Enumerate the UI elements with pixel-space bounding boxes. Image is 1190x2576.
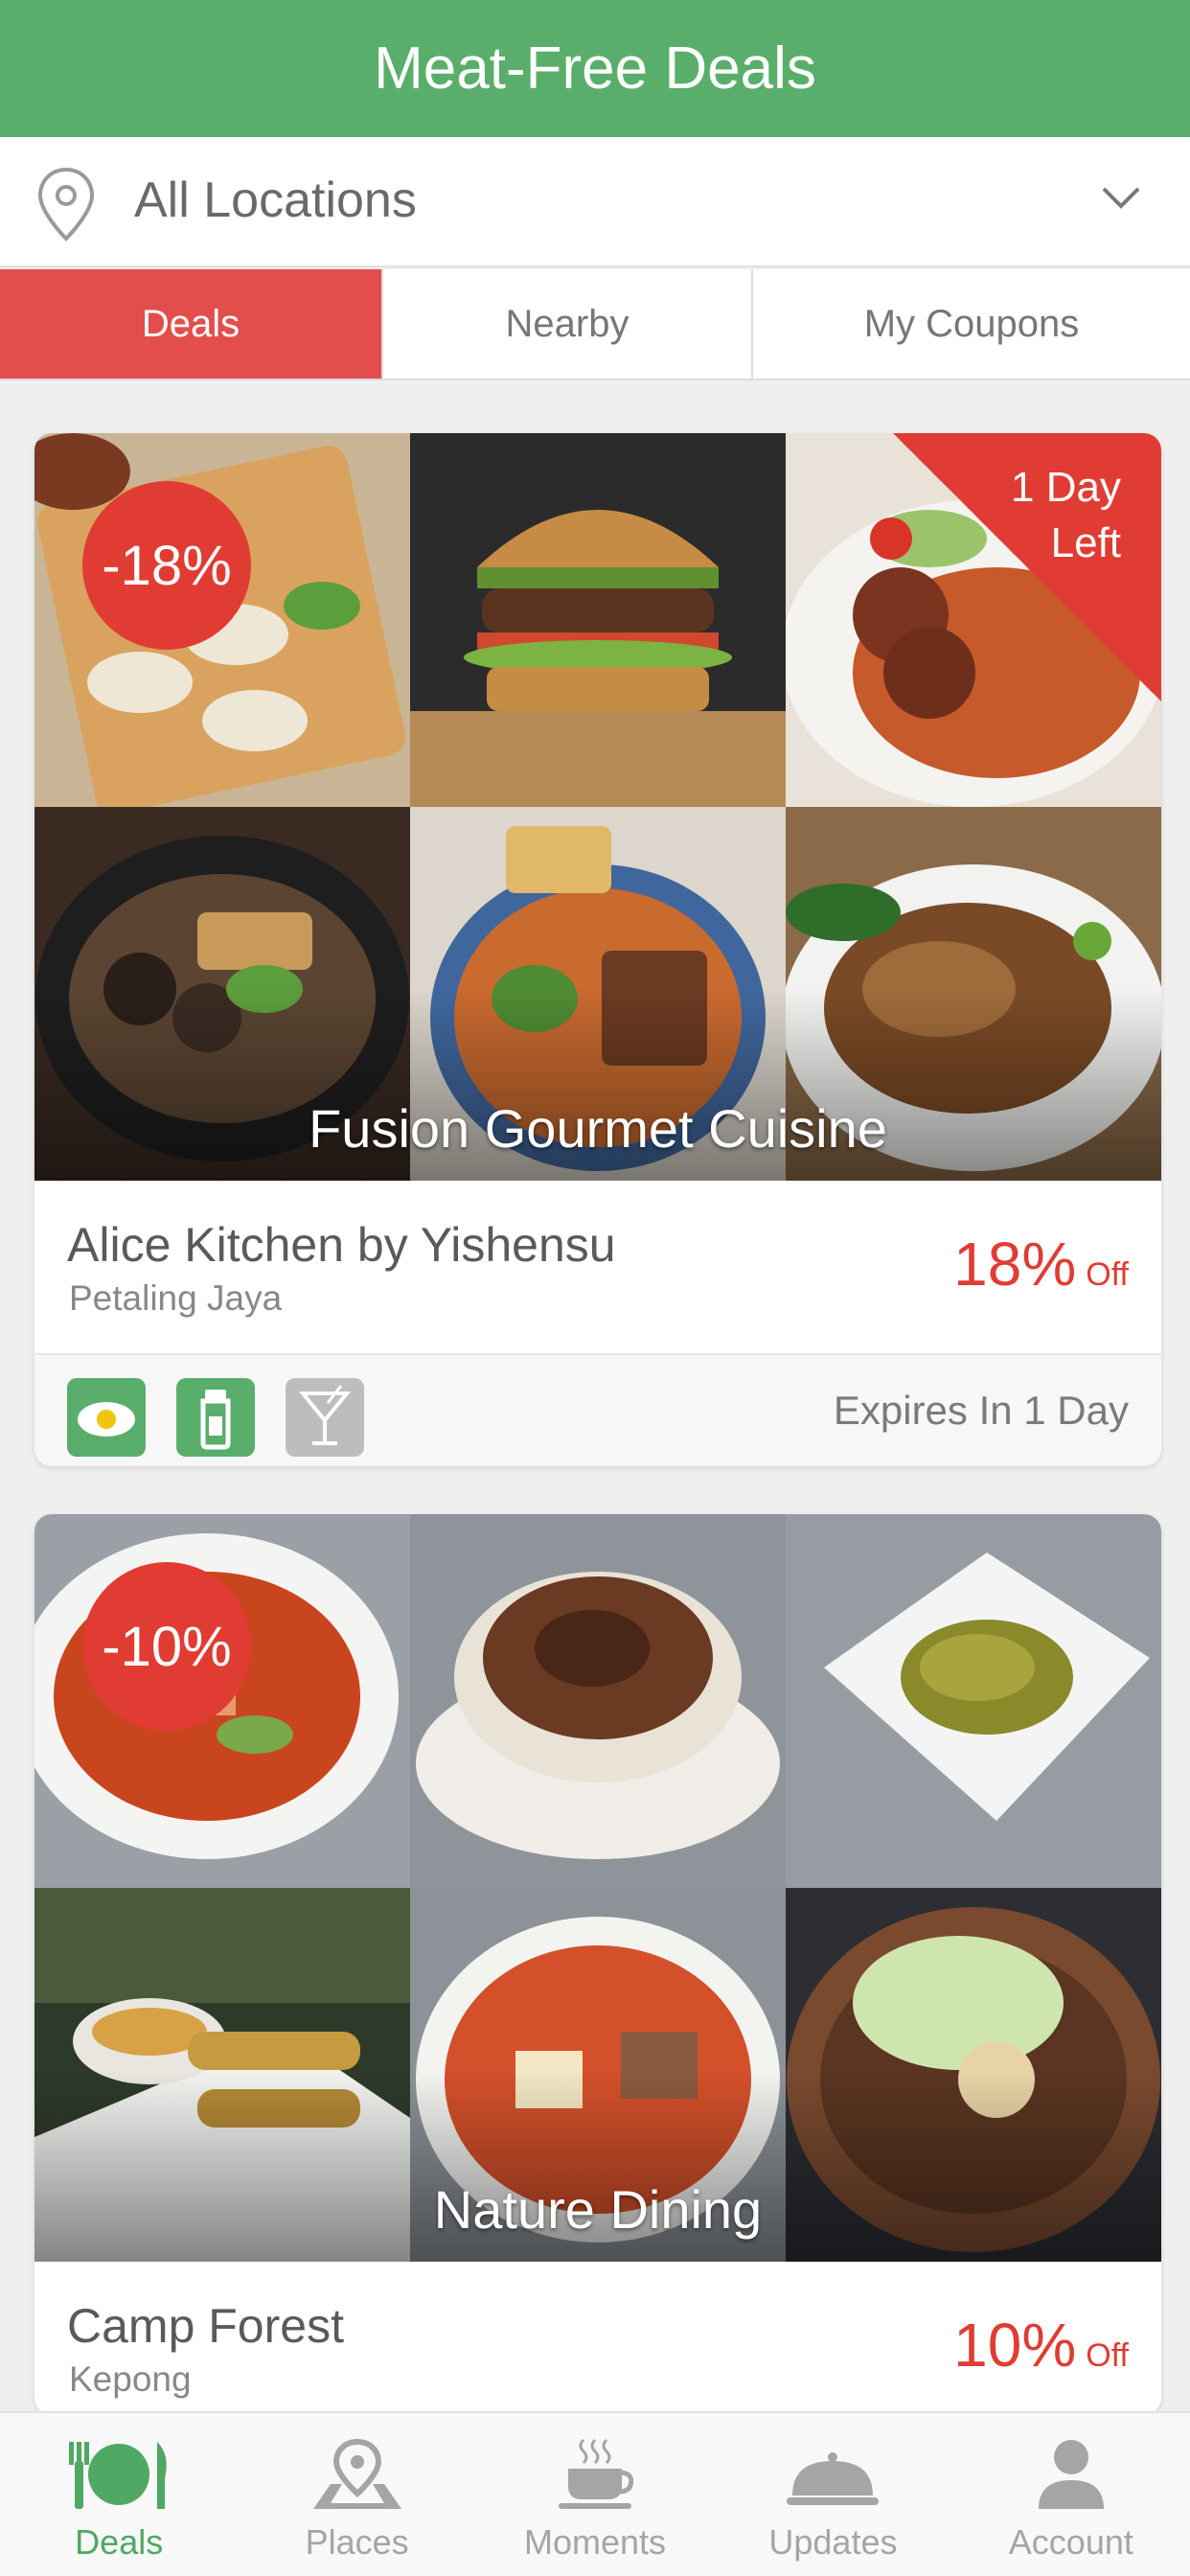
discount-badge: -10% xyxy=(82,1562,251,1731)
tab-nearby[interactable]: Nearby xyxy=(381,269,751,379)
restaurant-area: Kepong xyxy=(69,2359,192,2399)
deal-info: Alice Kitchen by Yishensu Petaling Jaya … xyxy=(34,1181,1161,1355)
discount-suffix: Off xyxy=(1086,2337,1129,2374)
food-photo-claypot-rice xyxy=(410,1514,786,1888)
nav-item-places[interactable]: Places xyxy=(238,2413,475,2576)
restaurant-area: Petaling Jaya xyxy=(69,1278,283,1318)
location-selector[interactable]: All Locations xyxy=(0,137,1190,267)
discount-suffix: Off xyxy=(1086,1256,1129,1293)
nav-label: Moments xyxy=(523,2522,667,2562)
restaurant-name: Camp Forest xyxy=(67,2299,344,2353)
plate-cutlery-icon xyxy=(69,2442,168,2509)
cloche-icon xyxy=(787,2452,880,2505)
expiry-text: Expires In 1 Day xyxy=(833,1388,1129,1433)
tab-deals[interactable]: Deals xyxy=(0,269,381,379)
food-photo-pesto-noodles xyxy=(786,1514,1161,1888)
chevron-down-icon[interactable] xyxy=(1100,183,1142,212)
tab-deals-label: Deals xyxy=(141,302,240,345)
location-label: All Locations xyxy=(134,172,417,228)
food-photo-grid: 1 Day Left Fusion Gourmet Cuisine -18% xyxy=(34,433,1161,1181)
food-photo-burger xyxy=(410,433,786,807)
nav-label: Updates xyxy=(768,2522,898,2562)
tab-nearby-label: Nearby xyxy=(505,302,629,345)
discount-value: 10% xyxy=(953,2311,1077,2380)
expiry-ribbon-text: 1 Day Left xyxy=(1011,464,1121,566)
deal-card[interactable]: 1 Day Left Fusion Gourmet Cuisine -18% A… xyxy=(34,433,1161,1466)
map-pin-icon xyxy=(312,2438,401,2509)
food-photo-grid: Nature Dining -10% xyxy=(34,1514,1161,2262)
food-photo-spaghetti: 1 Day Left xyxy=(786,433,1161,807)
nav-label: Places xyxy=(305,2522,409,2562)
app-header: Meat-Free Deals xyxy=(0,0,1190,137)
discount-amount: 18% Off xyxy=(953,1229,1129,1300)
deal-footer: Expires In 1 Day xyxy=(34,1355,1161,1466)
coffee-cup-icon xyxy=(559,2438,634,2509)
deal-card[interactable]: Nature Dining -10% Camp Forest Kepong 10… xyxy=(34,1514,1161,2415)
cuisine-title: Nature Dining xyxy=(433,2179,763,2240)
nav-label: Deals xyxy=(75,2522,164,2562)
person-icon xyxy=(1038,2440,1104,2509)
deal-tabs: Deals Nearby My Coupons xyxy=(0,269,1190,380)
egg-icon xyxy=(67,1378,146,1457)
tab-my-coupons[interactable]: My Coupons xyxy=(751,269,1190,379)
tab-my-coupons-label: My Coupons xyxy=(863,302,1080,345)
bottom-nav: Deals Places Moments Updates Account xyxy=(0,2411,1190,2576)
page-title: Meat-Free Deals xyxy=(374,35,816,102)
restaurant-name: Alice Kitchen by Yishensu xyxy=(67,1218,616,1272)
milk-bottle-icon xyxy=(176,1378,255,1457)
location-pin-icon xyxy=(37,167,95,242)
cocktail-icon xyxy=(286,1378,364,1457)
nav-label: Account xyxy=(1008,2522,1133,2562)
discount-value: 18% xyxy=(953,1230,1077,1299)
discount-amount: 10% Off xyxy=(953,2310,1129,2380)
nav-item-account[interactable]: Account xyxy=(952,2413,1190,2576)
nav-item-deals[interactable]: Deals xyxy=(0,2413,238,2576)
deal-info: Camp Forest Kepong 10% Off xyxy=(34,2262,1161,2415)
cuisine-title: Fusion Gourmet Cuisine xyxy=(309,1098,887,1159)
nav-item-moments[interactable]: Moments xyxy=(476,2413,714,2576)
discount-badge: -18% xyxy=(82,481,251,650)
nav-item-updates[interactable]: Updates xyxy=(714,2413,951,2576)
